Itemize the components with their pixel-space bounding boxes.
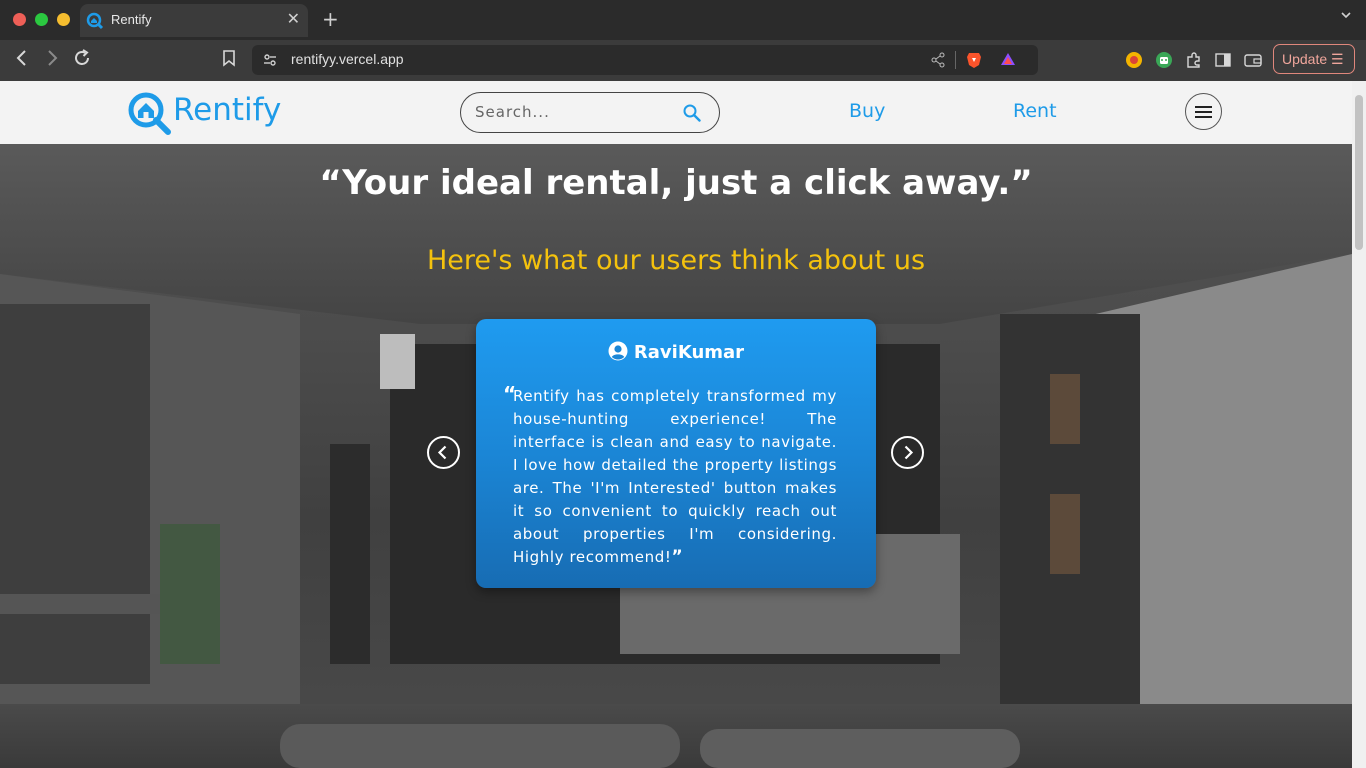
minimize-window-button[interactable] — [57, 13, 70, 26]
testimonial-author: RaviKumar — [476, 341, 876, 363]
testimonial-author-name: RaviKumar — [633, 342, 745, 363]
search-input[interactable] — [473, 102, 677, 122]
chevron-right-icon — [904, 445, 914, 460]
search-box — [460, 92, 720, 133]
tab-close-icon[interactable]: ✕ — [287, 9, 300, 28]
site-settings-icon[interactable] — [262, 52, 278, 72]
browser-tab-bar: Rentify ✕ + — [0, 0, 1366, 40]
maximize-window-button[interactable] — [35, 13, 48, 26]
testimonial-body: Rentify has completely transformed my ho… — [513, 387, 837, 566]
url-text: rentifyy.vercel.app — [291, 51, 404, 67]
rentify-favicon-icon — [86, 12, 104, 30]
menu-bar-icon — [1195, 111, 1212, 113]
update-label: Update ☰ — [1282, 51, 1344, 67]
forward-icon[interactable] — [44, 48, 60, 73]
hamburger-menu-button[interactable] — [1185, 93, 1222, 130]
rentify-logo-icon[interactable] — [128, 92, 172, 136]
tab-title: Rentify — [111, 12, 152, 27]
testimonial-card: RaviKumar “ Rentify has completely trans… — [476, 319, 876, 588]
divider — [955, 51, 956, 69]
testimonials-heading: Here's what our users think about us — [426, 245, 926, 276]
new-tab-button[interactable]: + — [322, 7, 339, 31]
nav-buy-link[interactable]: Buy — [849, 100, 885, 122]
share-icon[interactable] — [930, 52, 946, 72]
update-button[interactable]: Update ☰ — [1273, 44, 1355, 74]
extensions-puzzle-icon[interactable] — [1185, 51, 1203, 73]
browser-toolbar: rentifyy.vercel.app Update ☰ — [0, 40, 1366, 81]
menu-bar-icon — [1195, 116, 1212, 118]
search-icon[interactable] — [683, 104, 701, 122]
close-quote-icon: ” — [671, 547, 684, 567]
logo-text[interactable]: Rentify — [173, 92, 281, 128]
tab-list-chevron-icon[interactable] — [1340, 9, 1352, 25]
address-bar[interactable]: rentifyy.vercel.app — [252, 45, 1038, 75]
wallet-icon[interactable] — [1244, 52, 1262, 72]
brave-shields-icon[interactable] — [966, 51, 982, 73]
menu-bar-icon — [1195, 106, 1212, 108]
site-header: Rentify Buy Rent — [0, 81, 1352, 144]
extension-robot-icon[interactable] — [1155, 51, 1173, 73]
browser-tab[interactable]: Rentify ✕ — [80, 4, 308, 37]
scrollbar-thumb[interactable] — [1355, 95, 1363, 250]
brave-rewards-icon[interactable] — [1000, 51, 1016, 71]
bookmark-icon[interactable] — [222, 48, 236, 73]
hero-section: “Your ideal rental, just a click away.” … — [0, 144, 1352, 768]
user-circle-icon — [608, 341, 628, 361]
reload-icon[interactable] — [73, 48, 91, 73]
page-viewport: Rentify Buy Rent — [0, 81, 1366, 768]
carousel-next-button[interactable] — [891, 436, 924, 469]
sidebar-toggle-icon[interactable] — [1215, 52, 1231, 72]
chevron-left-icon — [437, 445, 447, 460]
nav-rent-link[interactable]: Rent — [1013, 100, 1057, 122]
page-scrollbar[interactable] — [1352, 81, 1366, 768]
testimonial-text: Rentify has completely transformed my ho… — [513, 385, 837, 569]
hero-quote: “Your ideal rental, just a click away.” — [319, 163, 1033, 203]
close-window-button[interactable] — [13, 13, 26, 26]
extension-google-icon[interactable] — [1125, 51, 1143, 73]
carousel-prev-button[interactable] — [427, 436, 460, 469]
back-icon[interactable] — [14, 48, 30, 73]
